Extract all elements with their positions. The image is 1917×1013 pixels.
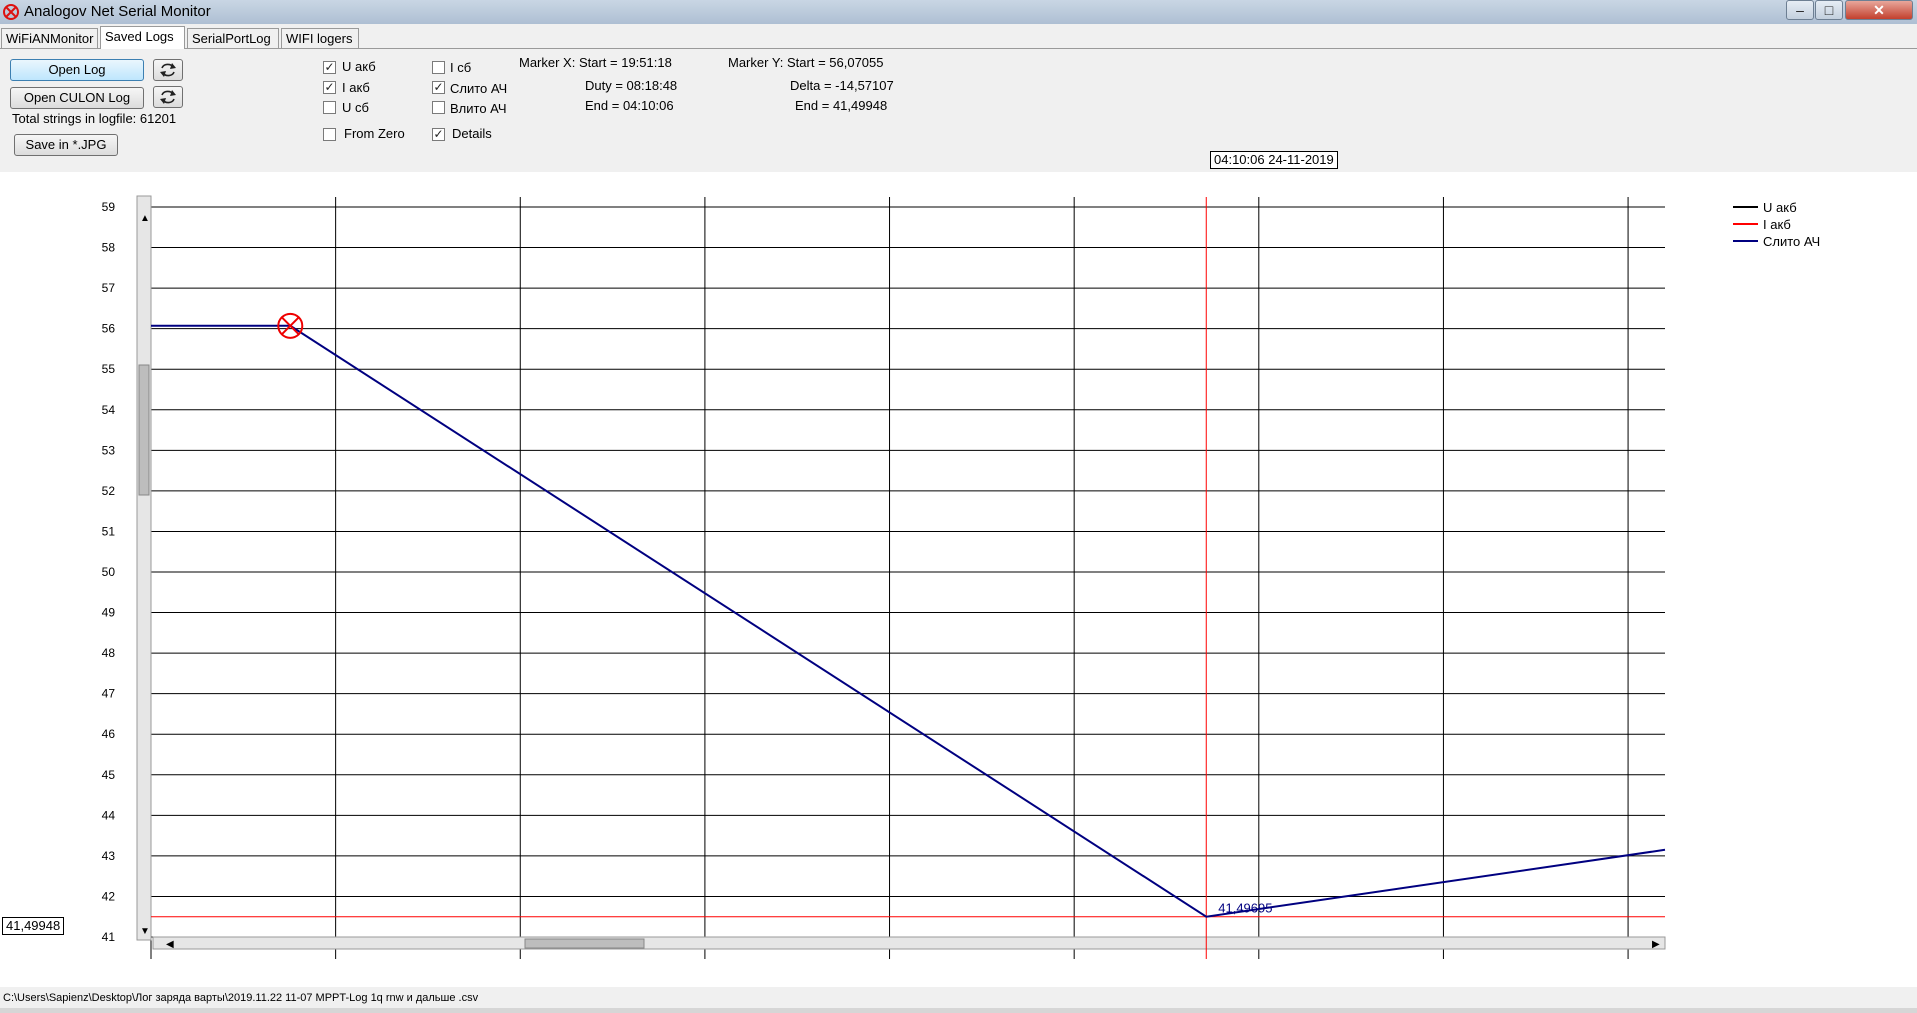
y-tick-label: 41 <box>102 930 116 944</box>
vertical-scroll-thumb[interactable] <box>138 364 150 496</box>
y-tick-label: 42 <box>102 889 116 903</box>
y-tick-label: 43 <box>102 849 116 863</box>
y-tick-label: 49 <box>102 606 116 620</box>
chart-svg[interactable]: 59 58 57 56 55 54 53 52 51 50 49 48 47 46 45 44 43 42 41 ▲ ▼… <box>0 0 1917 1013</box>
legend-label: U акб <box>1763 200 1797 215</box>
y-tick-label: 46 <box>102 727 116 741</box>
vertical-scrollbar[interactable] <box>136 195 152 941</box>
y-tick-label: 57 <box>102 281 116 295</box>
y-tick-label: 47 <box>102 687 116 701</box>
y-tick-label: 59 <box>102 200 116 214</box>
scroll-down-arrow: ▼ <box>140 926 150 937</box>
legend-label: I акб <box>1763 217 1791 232</box>
y-tick-label: 52 <box>102 484 116 498</box>
point-value-label: 41,49695 <box>1218 901 1272 916</box>
legend-label: Слито АЧ <box>1763 234 1820 249</box>
y-tick-label: 51 <box>102 524 116 538</box>
series-line <box>151 324 1666 918</box>
horizontal-scrollbar[interactable] <box>152 936 1666 950</box>
cursor-time-tooltip: 04:10:06 24-11-2019 <box>1210 151 1338 169</box>
y-tick-label: 56 <box>102 322 116 336</box>
y-tick-label: 55 <box>102 362 116 376</box>
y-tick-label: 58 <box>102 241 116 255</box>
y-tick-label: 54 <box>102 403 116 417</box>
taskbar-strip <box>0 1008 1917 1013</box>
y-tick-label: 50 <box>102 565 116 579</box>
y-tick-label: 44 <box>102 808 116 822</box>
scroll-up-arrow: ▲ <box>140 213 150 224</box>
status-file-path: C:\Users\Sapienz\Desktop\Лог заряда варт… <box>3 992 479 1004</box>
y-tick-label: 53 <box>102 443 116 457</box>
y-tick-label: 48 <box>102 646 116 660</box>
scroll-left-arrow: ◀ <box>166 939 174 950</box>
cursor-value-box: 41,49948 <box>2 917 65 935</box>
scroll-right-arrow: ▶ <box>1652 939 1660 950</box>
y-tick-label: 45 <box>102 768 116 782</box>
tab-saved-logs[interactable]: Saved Logs <box>100 26 185 49</box>
horizontal-scroll-thumb[interactable] <box>524 938 645 949</box>
